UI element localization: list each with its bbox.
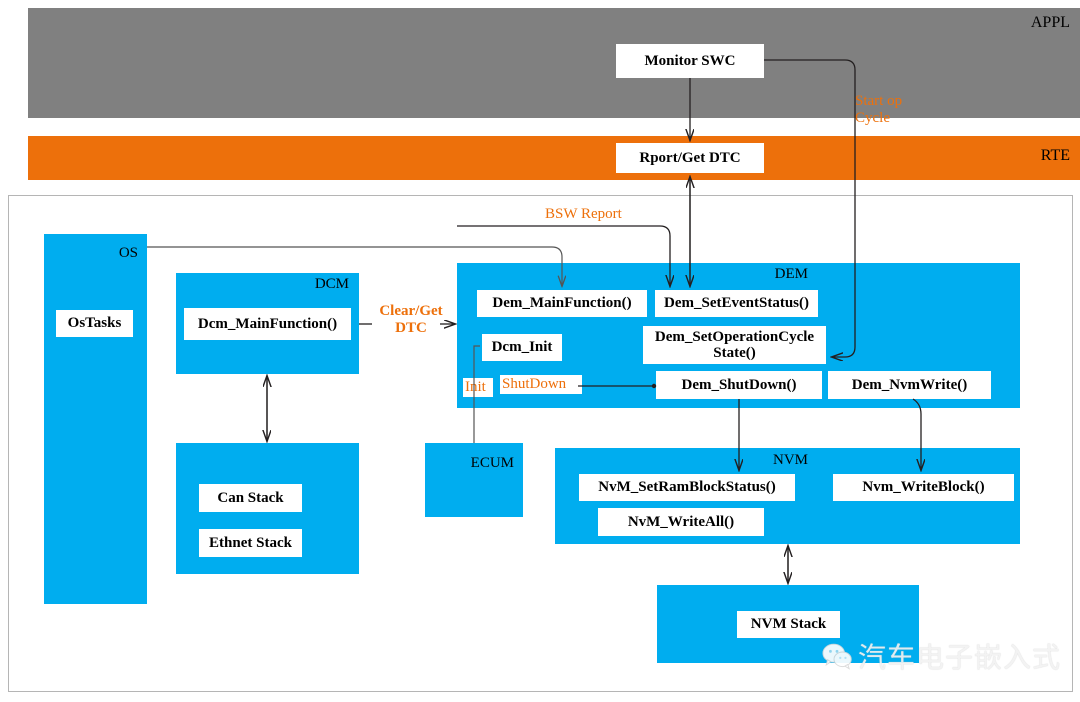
- rte-layer-band: RTE: [28, 136, 1080, 180]
- module-ecum[interactable]: ECUM: [425, 443, 523, 517]
- os-tasks-box[interactable]: OsTasks: [56, 310, 133, 337]
- rport-get-dtc-box[interactable]: Rport/Get DTC: [616, 143, 764, 173]
- nvm-stack-box[interactable]: NVM Stack: [737, 611, 840, 638]
- dem-nvmwrite-box[interactable]: Dem_NvmWrite(): [828, 371, 991, 399]
- diagram-canvas: APPL RTE Monitor SWC Rport/Get DTC OS Os…: [0, 0, 1080, 702]
- edge-label-init: Init: [463, 378, 493, 397]
- nvm-setramblockstatus-box[interactable]: NvM_SetRamBlockStatus(): [579, 474, 795, 501]
- can-stack-box[interactable]: Can Stack: [199, 484, 302, 512]
- edge-label-shutdown: ShutDown: [500, 375, 582, 394]
- module-dcm-title: DCM: [314, 276, 349, 292]
- dem-setoperationcyclestate-box[interactable]: Dem_SetOperationCycle State(): [643, 326, 826, 364]
- edge-label-start-op-cycle: Start op Cycle: [855, 93, 903, 126]
- dcm-mainfunction-box[interactable]: Dcm_MainFunction(): [184, 308, 351, 340]
- ethnet-stack-box[interactable]: Ethnet Stack: [199, 529, 302, 557]
- monitor-swc-box[interactable]: Monitor SWC: [616, 44, 764, 78]
- nvm-writeblock-box[interactable]: Nvm_WriteBlock(): [833, 474, 1014, 501]
- module-ecum-title: ECUM: [470, 455, 514, 471]
- module-nvm-title: NVM: [773, 452, 809, 468]
- watermark: 汽车电子嵌入式: [822, 636, 1061, 676]
- edge-label-bsw-report: BSW Report: [545, 206, 622, 222]
- nvm-writeall-box[interactable]: NvM_WriteAll(): [598, 508, 764, 536]
- dcm-init-box[interactable]: Dcm_Init: [482, 334, 562, 361]
- dem-seteventstatus-box[interactable]: Dem_SetEventStatus(): [655, 290, 818, 317]
- rte-layer-label: RTE: [1040, 147, 1070, 164]
- watermark-text: 汽车电子嵌入式: [858, 642, 1062, 673]
- wechat-icon: [822, 643, 852, 670]
- module-os[interactable]: OS: [44, 234, 147, 604]
- module-dem-title: DEM: [774, 266, 808, 282]
- dem-shutdown-box[interactable]: Dem_ShutDown(): [656, 371, 822, 399]
- appl-layer-label: APPL: [1030, 14, 1070, 31]
- edge-label-clear-get-dtc: Clear/Get DTC: [379, 303, 443, 336]
- dem-mainfunction-box[interactable]: Dem_MainFunction(): [477, 290, 647, 317]
- module-os-title: OS: [118, 245, 138, 261]
